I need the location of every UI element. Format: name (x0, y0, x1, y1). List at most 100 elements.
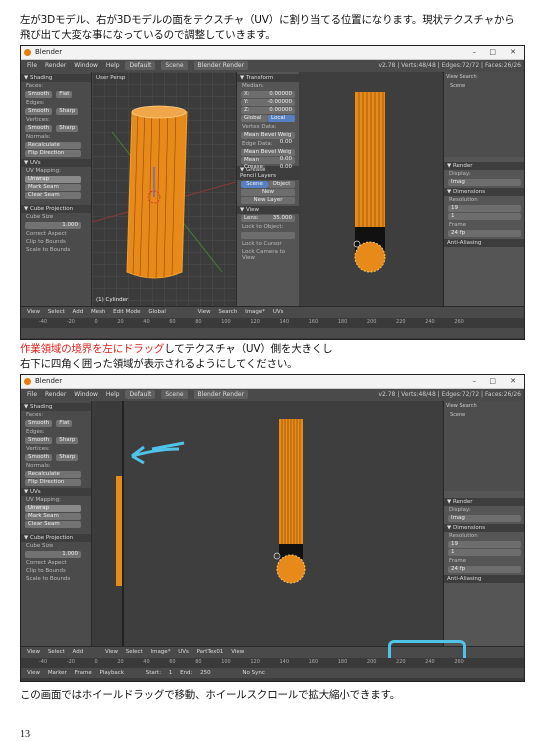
3d-viewport[interactable]: User Persp (1) Cylinder (92, 72, 236, 306)
correct-aspect-checkbox[interactable]: Correct Aspect (21, 559, 91, 567)
uv-map[interactable] (124, 401, 442, 646)
flat-button[interactable]: Flat (56, 420, 73, 427)
dimensions-header[interactable]: ▼ Dimensions (444, 188, 524, 196)
vert-smooth-button[interactable]: Smooth (25, 454, 53, 461)
resolution-x[interactable]: 19 (448, 541, 521, 548)
uv-view-menu[interactable]: View (198, 309, 211, 315)
frame-rate[interactable]: 24 fp (448, 230, 521, 237)
maximize-icon[interactable]: □ (489, 46, 496, 59)
new-layer-button[interactable]: New Layer (241, 197, 295, 204)
status-select[interactable]: Select (48, 309, 65, 315)
shading-header[interactable]: ▼ Shading (21, 403, 91, 411)
uv-image-editor[interactable] (299, 72, 442, 306)
outliner-scene-item[interactable]: Scene (444, 411, 524, 419)
edge-smooth-button[interactable]: Smooth (25, 437, 53, 444)
mark-seam-button[interactable]: Mark Seam (25, 513, 81, 520)
tl-playback[interactable]: Playback (99, 670, 124, 676)
clear-seam-button[interactable]: Clear Seam (25, 192, 81, 199)
render-header[interactable]: ▼ Render (444, 498, 524, 506)
menu-render[interactable]: Render (45, 62, 66, 69)
edge-sharp-button[interactable]: Sharp (56, 437, 79, 444)
mode-selector[interactable]: Edit Mode (113, 309, 140, 315)
smooth-button[interactable]: Smooth (25, 420, 53, 427)
transform-header[interactable]: ▼ Transform (237, 74, 299, 82)
uv-uvs-menu[interactable]: UVs (178, 649, 189, 655)
vert-smooth-button[interactable]: Smooth (25, 125, 53, 132)
menu-window[interactable]: Window (74, 62, 98, 69)
scale-to-bounds-checkbox[interactable]: Scale to Bounds (21, 246, 91, 254)
render-header[interactable]: ▼ Render (444, 162, 524, 170)
lens-field[interactable]: Lens: 35.000 (241, 215, 295, 222)
anti-aliasing-header[interactable]: Anti-Aliasing (444, 239, 524, 247)
global-toggle[interactable]: Global (241, 115, 268, 122)
vert-sharp-button[interactable]: Sharp (56, 454, 79, 461)
cube-projection-header[interactable]: ▼ Cube Projection (21, 534, 91, 542)
scene-tab[interactable]: Scene (241, 181, 268, 188)
3d-viewport-collapsed[interactable] (92, 401, 122, 646)
object-tab[interactable]: Object (268, 181, 295, 188)
uv-image-menu[interactable]: Image* (245, 309, 265, 315)
frame-rate[interactable]: 24 fp (448, 566, 521, 573)
uvs-header[interactable]: ▼ UVs (21, 488, 91, 496)
view-selector[interactable]: View (231, 649, 244, 655)
cube-projection-header[interactable]: ▼ Cube Projection (21, 205, 91, 213)
cube-size-field[interactable]: 1.000 (25, 551, 81, 558)
layout-selector[interactable]: Default (125, 61, 156, 70)
unwrap-button[interactable]: Unwrap (25, 176, 81, 183)
cube-size-field[interactable]: 1.000 (25, 222, 81, 229)
median-y-field[interactable]: Y: -0.00000 (241, 99, 295, 106)
vert-sharp-button[interactable]: Sharp (56, 125, 79, 132)
resolution-x[interactable]: 19 (448, 205, 521, 212)
uv-select-menu[interactable]: Select (126, 649, 143, 655)
tl-view[interactable]: View (27, 670, 40, 676)
flat-button[interactable]: Flat (56, 91, 73, 98)
view-header[interactable]: ▼ View (237, 206, 299, 214)
cylinder-3d-model[interactable] (92, 72, 236, 306)
local-toggle[interactable]: Local (268, 115, 295, 122)
layout-selector[interactable]: Default (125, 390, 156, 399)
dimensions-header[interactable]: ▼ Dimensions (444, 524, 524, 532)
end-field[interactable]: 250 (200, 670, 211, 676)
maximize-icon[interactable]: □ (489, 375, 496, 388)
uv-map[interactable] (299, 72, 442, 306)
status-add[interactable]: Add (73, 649, 84, 655)
recalculate-button[interactable]: Recalculate (25, 142, 81, 149)
close-icon[interactable]: ✕ (510, 46, 516, 59)
smooth-button[interactable]: Smooth (25, 91, 53, 98)
engine-selector[interactable]: Blender Render (193, 61, 249, 70)
tl-marker[interactable]: Marker (48, 670, 67, 676)
flip-direction-button[interactable]: Flip Direction (25, 150, 81, 157)
lock-to-cursor-checkbox[interactable]: Lock to Cursor (237, 240, 299, 248)
display-selector[interactable]: Imag (448, 179, 521, 186)
clip-to-bounds-checkbox[interactable]: Clip to Bounds (21, 567, 91, 575)
display-selector[interactable]: Imag (448, 515, 521, 522)
clear-seam-button[interactable]: Clear Seam (25, 521, 81, 528)
minimize-icon[interactable]: – (473, 375, 477, 388)
scale-to-bounds-checkbox[interactable]: Scale to Bounds (21, 575, 91, 583)
menu-window[interactable]: Window (74, 391, 98, 398)
uv-uvs-menu[interactable]: UVs (273, 309, 284, 315)
uv-image-menu[interactable]: Image* (150, 649, 170, 655)
start-field[interactable]: 1 (169, 670, 173, 676)
median-x-field[interactable]: X: 0.00000 (241, 91, 295, 98)
status-view[interactable]: View (27, 649, 40, 655)
mark-seam-button[interactable]: Mark Seam (25, 184, 81, 191)
flip-direction-button[interactable]: Flip Direction (25, 479, 81, 486)
outliner-search[interactable]: Search (459, 74, 476, 80)
outliner-view[interactable]: View (446, 403, 458, 409)
outliner-scene-item[interactable]: Scene (444, 82, 524, 90)
correct-aspect-checkbox[interactable]: Correct Aspect (21, 230, 91, 238)
menu-render[interactable]: Render (45, 391, 66, 398)
sync-selector[interactable]: No Sync (242, 670, 264, 676)
edge-sharp-button[interactable]: Sharp (56, 108, 79, 115)
uv-view-menu[interactable]: View (105, 649, 118, 655)
timeline-ruler[interactable]: -40 -20 0 20 40 60 80 100 120 140 160 18… (21, 318, 524, 327)
tl-frame[interactable]: Frame (75, 670, 92, 676)
anti-aliasing-header[interactable]: Anti-Aliasing (444, 575, 524, 583)
shading-header[interactable]: ▼ Shading (21, 74, 91, 82)
uvs-header[interactable]: ▼ UVs (21, 159, 91, 167)
outliner-search[interactable]: Search (459, 403, 476, 409)
lock-object-field[interactable] (241, 232, 295, 239)
menu-help[interactable]: Help (106, 391, 120, 398)
timeline-ruler[interactable]: -40 -20 0 20 40 60 80 100 120 140 160 18… (21, 658, 524, 667)
